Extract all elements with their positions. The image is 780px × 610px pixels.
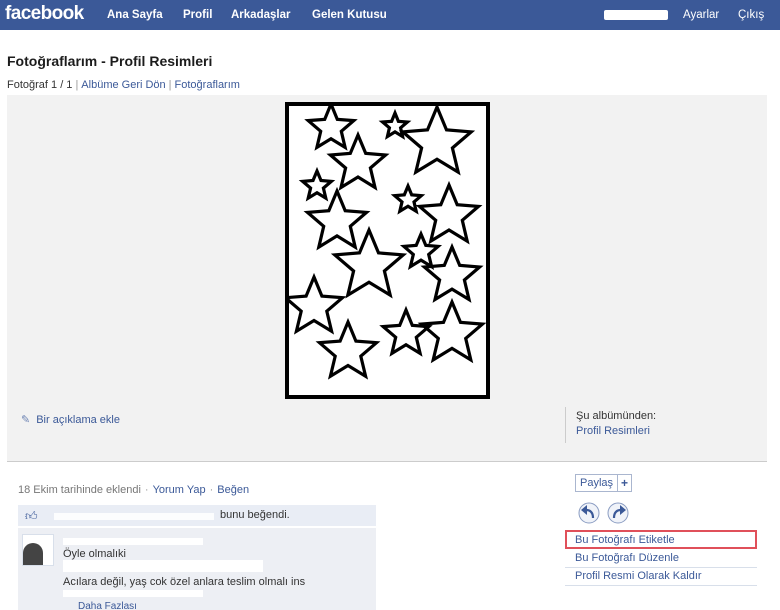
- add-caption-label[interactable]: Bir açıklama ekle: [36, 414, 120, 426]
- plus-icon[interactable]: +: [617, 475, 631, 491]
- likes-text: bunu beğendi.: [220, 509, 290, 521]
- comment-link[interactable]: Yorum Yap: [153, 484, 206, 496]
- nav-inbox[interactable]: Gelen Kutusu: [312, 9, 387, 21]
- edit-photo-link[interactable]: Bu Fotoğrafı Düzenle: [565, 550, 757, 568]
- share-label[interactable]: Paylaş: [576, 477, 617, 489]
- redacted-username[interactable]: [604, 10, 668, 20]
- tag-photo-link[interactable]: Bu Fotoğrafı Etiketle: [565, 530, 757, 549]
- star-icon: [417, 297, 486, 364]
- star-icon: [289, 272, 347, 335]
- album-link[interactable]: Profil Resimleri: [576, 425, 656, 437]
- star-icon: [415, 180, 483, 245]
- more-link[interactable]: Daha Fazlası: [78, 601, 137, 610]
- nav-friends[interactable]: Arkadaşlar: [231, 9, 290, 21]
- album-from-label: Şu albümünden:: [576, 410, 657, 422]
- likes-row: 👍︎ bunu beğendi.: [18, 505, 376, 527]
- my-photos-link[interactable]: Fotoğraflarım: [175, 79, 240, 91]
- redacted-names: [54, 513, 214, 520]
- top-navigation-bar: facebook Ana Sayfa Profil Arkadaşlar Gel…: [0, 0, 780, 30]
- rotate-left-icon[interactable]: [578, 502, 600, 524]
- photo-position: Fotoğraf 1 / 1: [7, 79, 73, 91]
- like-thumb-icon: 👍︎: [25, 509, 38, 523]
- facebook-logo[interactable]: facebook: [5, 3, 84, 25]
- redacted-author[interactable]: [63, 538, 203, 545]
- redacted-text: [63, 560, 263, 572]
- comment: Öyle olmalıki Acılara değil, yaş cok öze…: [18, 528, 376, 610]
- rotate-right-icon[interactable]: [607, 502, 629, 524]
- photo-meta: 18 Ekim tarihinde eklendi · Yorum Yap · Beğe…: [18, 484, 250, 496]
- nav-profile[interactable]: Profil: [183, 9, 212, 21]
- pencil-icon: ✎: [21, 414, 31, 426]
- comment-text-2: Acılara değil, yaş cok özel anlara tesli…: [63, 576, 306, 588]
- stars-drawing: [289, 106, 486, 380]
- like-link[interactable]: Beğen: [217, 484, 249, 496]
- breadcrumb: Fotoğraf 1 / 1 | Albüme Geri Dön | Fotoğrafl…: [7, 79, 240, 91]
- star-icon: [398, 106, 476, 176]
- star-icon: [420, 242, 484, 303]
- star-icon: [298, 166, 336, 202]
- photo-stage: ✎ Bir açıklama ekle Şu albümünden: Profil…: [7, 95, 767, 462]
- profile-photo[interactable]: [285, 102, 490, 399]
- star-icon: [390, 181, 426, 215]
- avatar[interactable]: [22, 534, 54, 566]
- nav-logout[interactable]: Çıkış: [738, 9, 764, 21]
- add-caption-link[interactable]: ✎ Bir açıklama ekle: [21, 413, 120, 426]
- share-button[interactable]: Paylaş +: [575, 474, 633, 492]
- added-date: 18 Ekim tarihinde eklendi: [18, 484, 141, 496]
- remove-profile-picture-link[interactable]: Profil Resmi Olarak Kaldır: [565, 568, 757, 586]
- nav-home[interactable]: Ana Sayfa: [107, 9, 163, 21]
- star-icon: [304, 106, 358, 151]
- star-icon: [303, 186, 371, 251]
- redacted-text-2: [63, 590, 203, 597]
- nav-settings[interactable]: Ayarlar: [683, 9, 719, 21]
- album-info: Şu albümünden: Profil Resimleri: [565, 407, 656, 443]
- back-to-album-link[interactable]: Albüme Geri Dön: [81, 79, 165, 91]
- page-title: Fotoğraflarım - Profil Resimleri: [7, 53, 213, 69]
- comment-text-1: Öyle olmalıki: [63, 548, 126, 560]
- star-icon: [379, 305, 433, 357]
